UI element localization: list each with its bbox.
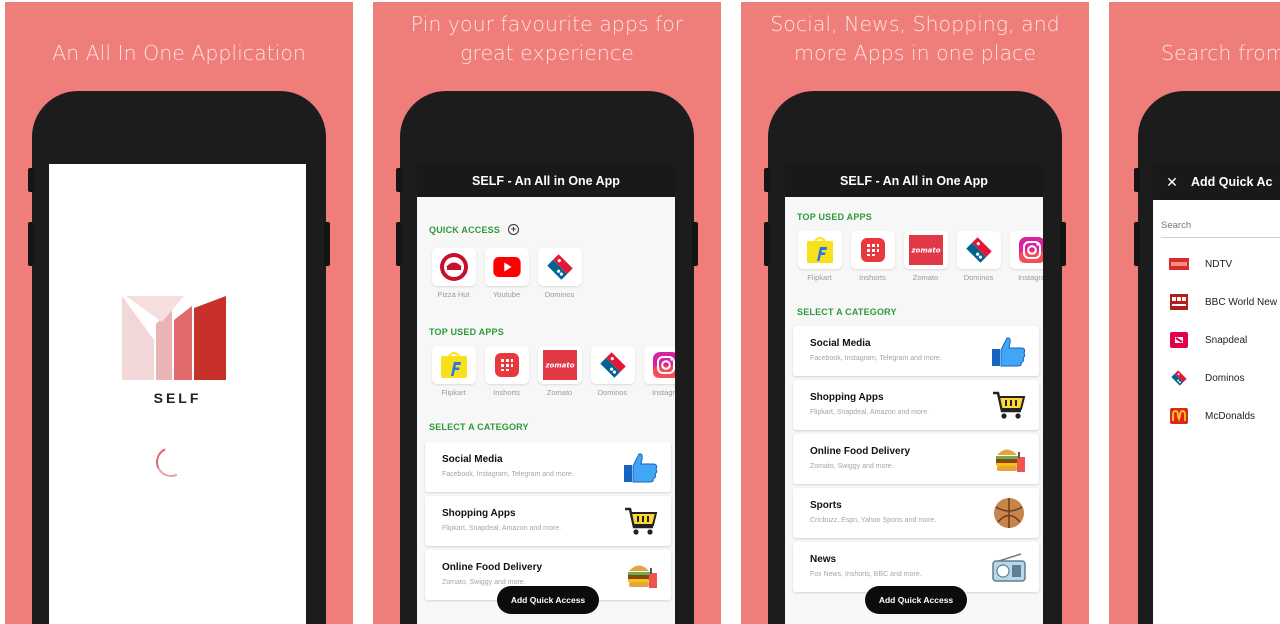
app-bar: SELF - An All in One App	[417, 164, 675, 197]
app-shortcut-zomato[interactable]: Zomato	[899, 231, 952, 282]
app-shortcut-flipkart[interactable]: Flipkart	[793, 231, 846, 282]
instagram-icon	[1017, 235, 1044, 265]
quick-access-row: Pizza Hut Youtube Dominos	[427, 248, 586, 299]
screenshot-panel-splash: An All In One Application SELF	[5, 2, 353, 624]
inshorts-icon	[858, 235, 888, 265]
app-shortcut-dominos[interactable]: Dominos	[533, 248, 586, 299]
add-quick-access-title: Add Quick Ac	[1191, 175, 1273, 189]
app-shortcut-inshorts[interactable]: Inshorts	[480, 346, 533, 397]
panel-caption: An All In One Application	[52, 41, 306, 65]
category-card-news[interactable]: News Fox News, Inshorts, BBC and more.	[793, 542, 1039, 592]
thumbs-up-icon	[623, 451, 659, 483]
instagram-icon	[651, 350, 676, 380]
loading-spinner	[151, 442, 191, 482]
burger-icon	[991, 443, 1027, 475]
category-card-shopping[interactable]: Shopping Apps Flipkart, Snapdeal, Amazon…	[793, 380, 1039, 430]
panel-caption-line2: more Apps in one place	[794, 41, 1036, 65]
zomato-icon	[543, 350, 577, 380]
add-quick-access-button[interactable]: Add Quick Access	[497, 586, 599, 614]
category-card-shopping[interactable]: Shopping Apps Flipkart, Snapdeal, Amazon…	[425, 496, 671, 546]
top-used-heading: TOP USED APPS	[429, 327, 504, 337]
screenshot-panel-categories: Social, News, Shopping, and more Apps in…	[741, 2, 1089, 624]
pizza-hut-icon	[439, 252, 469, 282]
flipkart-icon	[439, 350, 469, 380]
add-quick-access-bar: ✕ Add Quick Ac	[1153, 164, 1280, 200]
result-dominos[interactable]: Dominos	[1169, 371, 1244, 385]
ball-icon	[991, 497, 1027, 529]
app-shortcut-zomato[interactable]: Zomato	[533, 346, 586, 397]
app-shortcut-instagram[interactable]: Instagra	[639, 346, 675, 397]
app-bar-title: SELF - An All in One App	[472, 173, 620, 188]
result-bbc[interactable]: BBC World New	[1169, 294, 1277, 310]
app-bar-title: SELF - An All in One App	[840, 173, 988, 188]
app-shortcut-pizza-hut[interactable]: Pizza Hut	[427, 248, 480, 299]
screenshot-panel-quick-access: Pin your favourite apps for great experi…	[373, 2, 721, 624]
burger-icon	[623, 559, 659, 591]
panel-caption-line2: great experience	[460, 41, 634, 65]
bbc-icon	[1169, 294, 1189, 310]
category-heading: SELECT A CATEGORY	[797, 307, 897, 317]
cart-icon	[623, 505, 659, 537]
app-body: QUICK ACCESS + Pizza Hut Youtube Dominos…	[417, 197, 675, 624]
cart-icon	[991, 389, 1027, 421]
top-used-heading: TOP USED APPS	[797, 212, 872, 222]
app-shortcut-dominos[interactable]: Dominos	[586, 346, 639, 397]
ndtv-icon	[1169, 257, 1189, 271]
youtube-icon	[493, 257, 521, 277]
phone-screen: ✕ Add Quick Ac Search NDTV BBC World New…	[1153, 164, 1280, 624]
result-snapdeal[interactable]: Snapdeal	[1169, 332, 1247, 348]
app-bar: SELF - An All in One App	[785, 164, 1043, 197]
top-used-row: Flipkart Inshorts Zomato Dominos Instagr…	[427, 346, 675, 397]
app-body: TOP USED APPS Flipkart Inshorts Zomato D…	[785, 197, 1043, 624]
add-circle-icon[interactable]: +	[508, 224, 520, 235]
top-used-row: Flipkart Inshorts Zomato Dominos Instagr…	[793, 231, 1043, 282]
thumbs-up-icon	[991, 335, 1027, 367]
zomato-icon	[909, 235, 943, 265]
app-shortcut-youtube[interactable]: Youtube	[480, 248, 533, 299]
category-card-food[interactable]: Online Food Delivery Zomato, Swiggy and …	[793, 434, 1039, 484]
quick-access-heading: QUICK ACCESS +	[429, 224, 520, 235]
category-card-social-media[interactable]: Social Media Facebook, Instagram, Telegr…	[425, 442, 671, 492]
snapdeal-icon	[1169, 332, 1189, 348]
panel-caption-line1: Social, News, Shopping, and	[770, 12, 1060, 36]
screenshot-panel-search: Search from ✕ Add Quick Ac Search NDTV B…	[1109, 2, 1280, 624]
flipkart-icon	[805, 235, 835, 265]
phone-screen: SELF	[49, 164, 306, 624]
result-ndtv[interactable]: NDTV	[1169, 257, 1232, 271]
app-shortcut-flipkart[interactable]: Flipkart	[427, 346, 480, 397]
self-logo-icon	[122, 296, 226, 380]
panel-caption: Search from	[1161, 41, 1280, 65]
dominos-icon	[545, 252, 575, 282]
radio-icon	[991, 551, 1027, 583]
inshorts-icon	[492, 350, 522, 380]
app-shortcut-dominos[interactable]: Dominos	[952, 231, 1005, 282]
category-heading: SELECT A CATEGORY	[429, 422, 529, 432]
close-icon[interactable]: ✕	[1153, 174, 1191, 191]
app-shortcut-inshorts[interactable]: Inshorts	[846, 231, 899, 282]
dominos-icon	[1169, 371, 1189, 385]
category-card-social-media[interactable]: Social Media Facebook, Instagram, Telegr…	[793, 326, 1039, 376]
result-mcdonalds[interactable]: McDonalds	[1169, 408, 1255, 424]
mcdonalds-icon	[1169, 408, 1189, 424]
search-input[interactable]: Search	[1161, 220, 1280, 238]
phone-screen: SELF - An All in One App QUICK ACCESS + …	[417, 164, 675, 624]
dominos-icon	[598, 350, 628, 380]
app-name: SELF	[153, 390, 202, 406]
app-shortcut-instagram[interactable]: Instagra	[1005, 231, 1043, 282]
add-quick-access-button[interactable]: Add Quick Access	[865, 586, 967, 614]
category-card-sports[interactable]: Sports Cricbuzz, Espn, Yahoo Sports and …	[793, 488, 1039, 538]
dominos-icon	[964, 235, 994, 265]
phone-screen: SELF - An All in One App TOP USED APPS F…	[785, 164, 1043, 624]
panel-caption-line1: Pin your favourite apps for	[410, 12, 684, 36]
